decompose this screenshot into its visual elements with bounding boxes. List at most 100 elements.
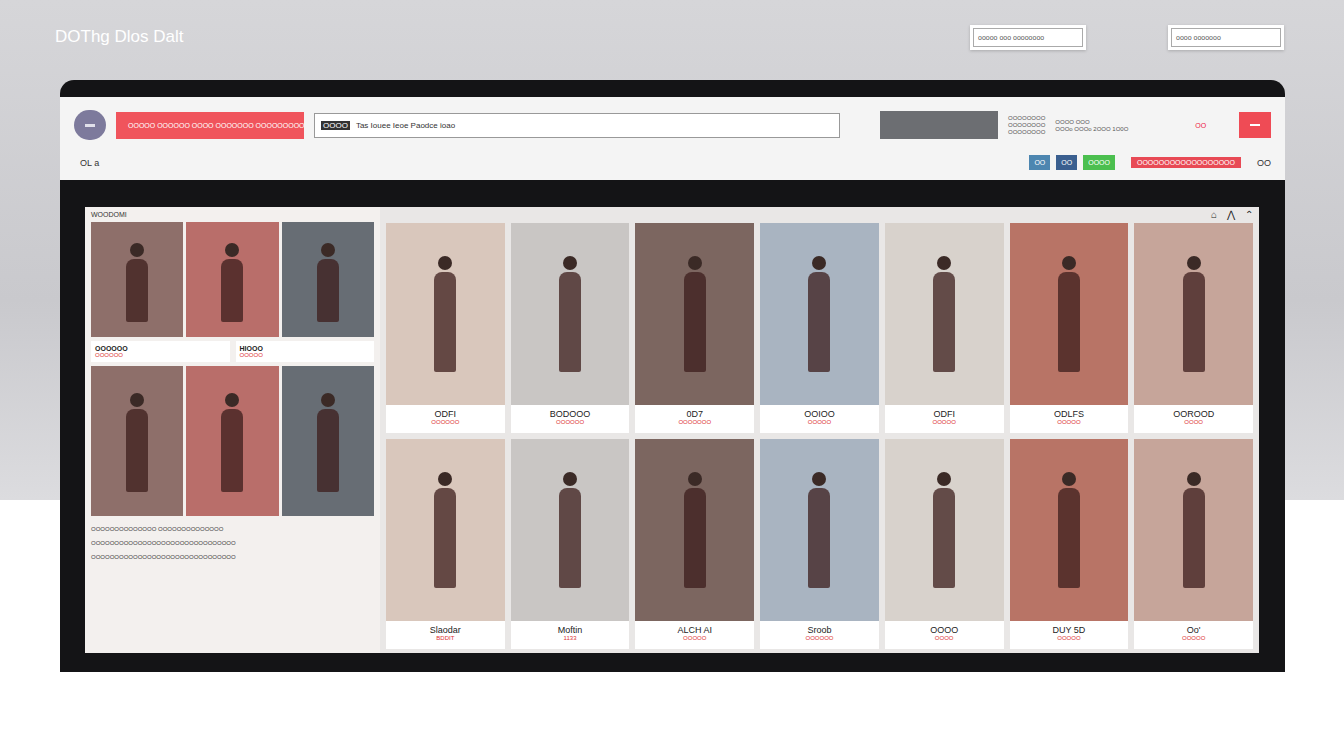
product-title: Moftin xyxy=(558,625,583,635)
photo[interactable] xyxy=(282,366,374,516)
product-card[interactable]: Moftin1133 xyxy=(511,439,630,649)
person-figure xyxy=(225,243,239,257)
product-card[interactable]: 0D7OOOOOOO xyxy=(635,223,754,433)
person-figure xyxy=(937,472,951,486)
product-title: BODOOO xyxy=(550,409,591,419)
product-photo xyxy=(386,439,505,621)
filter-label[interactable]: OL a xyxy=(80,158,99,168)
panel-caption: HIOOOOOOOO xyxy=(236,341,375,362)
product-card[interactable]: OOIOOOOOOO xyxy=(760,223,879,433)
product-price: OOOOO xyxy=(683,635,706,641)
product-title: ODLFS xyxy=(1054,409,1084,419)
person-figure xyxy=(812,472,826,486)
avatar-button[interactable] xyxy=(74,110,106,140)
toolbar: OOOOO OOOOOO OOOO OOOOOOO OOOOOOOOO OOOOT… xyxy=(60,97,1285,180)
product-card[interactable]: ODLFSOOOOO xyxy=(1010,223,1129,433)
product-title: DUY 5D xyxy=(1052,625,1085,635)
product-price: BDDIT xyxy=(436,635,454,641)
product-price: OOOO xyxy=(1184,419,1203,425)
person-figure xyxy=(321,393,335,407)
product-caption: OOOOOOOO xyxy=(885,621,1004,649)
product-card[interactable]: ALCH AIOOOOO xyxy=(635,439,754,649)
promo-button[interactable]: OOOOO OOOOOO OOOO OOOOOOO OOOOOOOOO xyxy=(116,112,304,139)
person-figure xyxy=(563,472,577,486)
product-card[interactable]: SlaodarBDDIT xyxy=(386,439,505,649)
person-figure xyxy=(438,472,452,486)
product-card[interactable]: BODOOOOOOOOO xyxy=(511,223,630,433)
product-card[interactable]: ODFIOOOOOO xyxy=(386,223,505,433)
top-field[interactable]: oooo ooooooo xyxy=(1168,25,1284,50)
product-caption: OOROODOOOO xyxy=(1134,405,1253,433)
photo[interactable] xyxy=(186,222,278,337)
person-figure xyxy=(937,256,951,270)
product-photo xyxy=(760,439,879,621)
product-caption: ODFIOOOOOO xyxy=(386,405,505,433)
filter-chip[interactable]: OO xyxy=(1056,155,1077,170)
product-title: 0D7 xyxy=(687,409,704,419)
feature-panel: WOODOMI OOOOOOOOOOOOHIOOOOOOOO OOOOOOOOOOO… xyxy=(85,207,380,653)
account-line: OOOo OOOo 2OOO 1O0O xyxy=(1055,126,1185,132)
info-line: OOOOOOOO xyxy=(1008,129,1045,135)
product-photo xyxy=(1134,439,1253,621)
product-title: Oo' xyxy=(1187,625,1201,635)
product-card[interactable]: Oo'OOOOO xyxy=(1134,439,1253,649)
product-caption: SroobOOOOOO xyxy=(760,621,879,649)
product-price: OOOOOO xyxy=(431,419,459,425)
gallery-board: WOODOMIOOOOOOOOOOOOHIOOOOOOOOOOOOOOOOOOO… xyxy=(85,207,1259,653)
product-title: Sroob xyxy=(807,625,831,635)
product-photo xyxy=(635,223,754,405)
info-line: OOOOOOOO xyxy=(1008,122,1045,128)
filter-chip[interactable]: OOOO xyxy=(1083,155,1115,170)
person-figure xyxy=(130,243,144,257)
product-title: OOOO xyxy=(930,625,958,635)
product-price: OOOO xyxy=(935,635,954,641)
product-price: 1133 xyxy=(564,635,577,641)
product-card[interactable]: OOOOOOOO xyxy=(885,439,1004,649)
search-field[interactable]: OOOOTas Iouee Ieoe Paodce ioao xyxy=(314,113,840,138)
gallery: WOODOMIOOOOOOOOOOOOHIOOOOOOOOOOOOOOOOOOO… xyxy=(60,180,1285,665)
product-price: OOOOO xyxy=(1057,419,1080,425)
product-caption: ALCH AIOOOOO xyxy=(635,621,754,649)
view-icon[interactable]: ⋀ xyxy=(1227,209,1235,223)
sale-label[interactable]: OOOOOOOOOOOOOOOOOO xyxy=(1131,157,1241,168)
info-lines: OOOOOOOOOOOOOOOOOOOOOOOO xyxy=(1008,115,1045,135)
product-photo xyxy=(386,223,505,405)
panel-captions: OOOOOOOOOOOOHIOOOOOOOO xyxy=(91,341,374,362)
product-card[interactable]: OOROODOOOO xyxy=(1134,223,1253,433)
person-figure xyxy=(812,256,826,270)
product-caption: 0D7OOOOOOO xyxy=(635,405,754,433)
top-field[interactable]: ooooo ooo oooooooo xyxy=(970,25,1086,50)
filter-chip[interactable]: OO xyxy=(1029,155,1050,170)
product-price: OOOOO xyxy=(933,419,956,425)
site-title: DOThg Dlos Dalt xyxy=(55,27,183,47)
product-price: OOOOO xyxy=(1057,635,1080,641)
product-price: OOOOO xyxy=(808,419,831,425)
panel-line: OOOOOOOOOOOOOOOOOOOOOOOOOOOOOOO xyxy=(91,540,374,546)
panel-header: WOODOMI xyxy=(91,211,374,218)
product-card[interactable]: SroobOOOOOO xyxy=(760,439,879,649)
person-figure xyxy=(438,256,452,270)
product-title: ODFI xyxy=(933,409,955,419)
product-caption: Oo'OOOOO xyxy=(1134,621,1253,649)
product-card[interactable]: DUY 5DOOOOO xyxy=(1010,439,1129,649)
product-photo xyxy=(511,223,630,405)
product-price: OOOOOOO xyxy=(678,419,711,425)
top-fields: ooooo ooo oooooooo oooo ooooooo xyxy=(970,25,1284,50)
browser-frame: OOOOO OOOOOO OOOO OOOOOOO OOOOOOOOOOOOOT… xyxy=(60,80,1285,672)
view-icon[interactable]: ⌂ xyxy=(1211,209,1217,223)
photo[interactable] xyxy=(186,366,278,516)
cart-button[interactable] xyxy=(1239,112,1271,138)
product-photo xyxy=(885,223,1004,405)
view-icon[interactable]: ⌃ xyxy=(1245,209,1253,223)
photo[interactable] xyxy=(91,366,183,516)
photo[interactable] xyxy=(282,222,374,337)
product-card[interactable]: ODFIOOOOO xyxy=(885,223,1004,433)
account-line: OOOO OOO xyxy=(1055,119,1185,125)
photo[interactable] xyxy=(91,222,183,337)
product-title: OOROOD xyxy=(1173,409,1214,419)
product-caption: OOIOOOOOOO xyxy=(760,405,879,433)
product-photo xyxy=(1010,223,1129,405)
panel-tiles xyxy=(91,366,374,516)
product-caption: DUY 5DOOOOO xyxy=(1010,621,1129,649)
product-price: OOOOOO xyxy=(556,419,584,425)
